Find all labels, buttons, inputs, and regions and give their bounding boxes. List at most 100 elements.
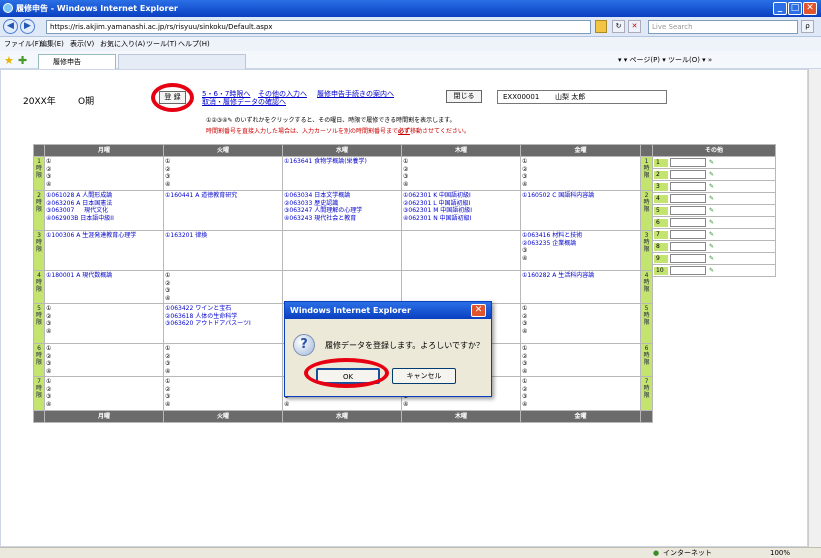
command-bar[interactable]: ▾ ▾ ページ(P) ▾ ツール(O) ▾ » — [618, 51, 712, 69]
back-button[interactable]: ◀ — [3, 19, 18, 34]
search-icon[interactable]: ρ — [801, 20, 814, 33]
course-entry[interactable]: ①160441 A 道徳教育研究 — [165, 192, 281, 200]
dialog-cancel-button[interactable]: キャンセル — [392, 368, 456, 384]
course-entry[interactable]: ④ — [46, 328, 162, 336]
course-entry[interactable]: ③063247 人間理解の心理学 — [284, 207, 400, 215]
menu-tools[interactable]: ツール(T) — [146, 37, 177, 51]
timetable-cell[interactable]: ①②③④ — [520, 343, 641, 377]
course-entry[interactable]: ① — [522, 345, 639, 353]
add-favorite-icon[interactable]: ✚ — [18, 54, 27, 67]
course-entry[interactable]: ③063620 アウトドアパスーツI — [165, 320, 281, 328]
course-entry[interactable]: ② — [165, 166, 281, 174]
menu-help[interactable]: ヘルプ(H) — [178, 37, 210, 51]
course-entry[interactable]: ③ — [46, 393, 162, 401]
course-entry[interactable]: ① — [165, 378, 281, 386]
timetable-cell[interactable]: ①②③④ — [44, 156, 164, 191]
course-entry[interactable]: ①160282 A 生活科内容論 — [522, 272, 639, 280]
course-entry[interactable]: ① — [403, 158, 519, 166]
course-entry[interactable]: ③ — [165, 287, 281, 295]
timetable-cell[interactable]: ①②③④ — [401, 156, 521, 191]
course-entry[interactable]: ① — [522, 378, 639, 386]
course-entry[interactable]: ④ — [165, 401, 281, 409]
course-entry[interactable]: ④ — [46, 368, 162, 376]
timetable-cell[interactable]: ①②③④ — [163, 156, 283, 191]
timetable-cell[interactable]: ①160441 A 道徳教育研究 — [163, 190, 283, 231]
link-guide[interactable]: 履修申告手続きの案内へ — [317, 89, 394, 99]
course-entry[interactable]: ① — [522, 305, 639, 313]
new-tab[interactable] — [118, 54, 246, 69]
timetable-cell[interactable]: ①②③④ — [520, 376, 641, 411]
course-entry[interactable]: ② — [403, 166, 519, 174]
timetable-cell[interactable]: ①②③④ — [44, 343, 164, 377]
course-entry[interactable]: ③ — [522, 360, 639, 368]
timetable-cell[interactable]: ①②③④ — [520, 303, 641, 344]
menu-edit[interactable]: 編集(E) — [40, 37, 64, 51]
course-entry[interactable]: ② — [46, 386, 162, 394]
course-entry[interactable]: ①061028 A 人間形成論 — [46, 192, 162, 200]
course-entry[interactable]: ① — [46, 305, 162, 313]
course-entry[interactable]: ② — [46, 353, 162, 361]
pencil-icon[interactable]: ✎ — [709, 207, 714, 214]
course-entry[interactable]: ③ — [46, 173, 162, 181]
course-entry[interactable]: ② — [522, 313, 639, 321]
course-entry[interactable]: ② — [165, 280, 281, 288]
course-entry[interactable]: ③ — [522, 173, 639, 181]
timetable-cell[interactable] — [401, 270, 521, 304]
course-entry[interactable]: ④ — [46, 181, 162, 189]
timetable-cell[interactable] — [401, 230, 521, 271]
tab-registration[interactable]: 履修申告 — [38, 54, 116, 69]
dialog-close-icon[interactable]: ✕ — [471, 304, 486, 317]
course-entry[interactable]: ④ — [522, 255, 639, 263]
course-entry[interactable]: ④ — [522, 401, 639, 409]
course-entry[interactable]: ①160502 C 国語科内容論 — [522, 192, 639, 200]
course-entry[interactable]: ① — [522, 158, 639, 166]
course-entry[interactable]: ④062903B 日本語中級II — [46, 215, 162, 223]
course-entry[interactable]: ④ — [165, 181, 281, 189]
course-entry[interactable]: ①163641 食物学概論(栄養学) — [284, 158, 400, 166]
course-entry[interactable]: ② — [46, 313, 162, 321]
pencil-icon[interactable]: ✎ — [709, 195, 714, 202]
course-entry[interactable]: ③062301 M 中国語初級I — [403, 207, 519, 215]
course-entry[interactable]: ①063422 ワインと宝石 — [165, 305, 281, 313]
course-entry[interactable]: ②063235 企業概論 — [522, 240, 639, 248]
other-code-input[interactable] — [670, 206, 706, 215]
pencil-icon[interactable]: ✎ — [709, 231, 714, 238]
course-entry[interactable]: ③ — [46, 360, 162, 368]
course-entry[interactable]: ③ — [165, 360, 281, 368]
pencil-icon[interactable]: ✎ — [709, 219, 714, 226]
course-entry[interactable]: ① — [46, 158, 162, 166]
timetable-cell[interactable]: ①②③④ — [44, 303, 164, 344]
stop-button[interactable]: ✕ — [628, 20, 641, 33]
search-input[interactable]: Live Search — [648, 20, 798, 34]
other-code-input[interactable] — [670, 266, 706, 275]
pencil-icon[interactable]: ✎ — [709, 255, 714, 262]
lock-icon[interactable] — [595, 20, 607, 33]
timetable-cell[interactable]: ①160502 C 国語科内容論 — [520, 190, 641, 231]
timetable-cell[interactable]: ①063416 材料と技術 ②063235 企業概論 ③ ④ — [520, 230, 641, 271]
course-entry[interactable]: ④ — [522, 181, 639, 189]
course-entry[interactable]: ③ — [165, 173, 281, 181]
url-input[interactable]: https://ris.akjim.yamanashi.ac.jp/rs/ris… — [46, 20, 591, 34]
maximize-button[interactable]: □ — [788, 2, 802, 15]
course-entry[interactable]: ④ — [522, 368, 639, 376]
timetable-cell[interactable] — [282, 230, 402, 271]
minimize-button[interactable]: _ — [773, 2, 787, 15]
course-entry[interactable]: ③ — [165, 393, 281, 401]
course-entry[interactable]: ③ — [522, 393, 639, 401]
other-code-input[interactable] — [670, 230, 706, 239]
menu-file[interactable]: ファイル(F) — [4, 37, 42, 51]
course-entry[interactable]: ① — [165, 345, 281, 353]
course-entry[interactable]: ① — [165, 158, 281, 166]
other-code-input[interactable] — [670, 242, 706, 251]
course-entry[interactable]: ① — [46, 345, 162, 353]
other-code-input[interactable] — [670, 254, 706, 263]
close-page-button[interactable]: 閉じる — [446, 90, 482, 103]
course-entry[interactable]: ③ — [46, 320, 162, 328]
timetable-cell[interactable]: ①061028 A 人間形成論 ②063206 A 日本国憲法 ③063007 現代… — [44, 190, 164, 231]
course-entry[interactable]: ② — [165, 353, 281, 361]
other-code-input[interactable] — [670, 218, 706, 227]
favorites-star-icon[interactable]: ★ — [4, 54, 14, 67]
menu-view[interactable]: 表示(V) — [70, 37, 94, 51]
timetable-cell[interactable]: ①062301 K 中国語初級I ②062301 L 中国語初級I ③062301 … — [401, 190, 521, 231]
other-code-input[interactable] — [670, 182, 706, 191]
